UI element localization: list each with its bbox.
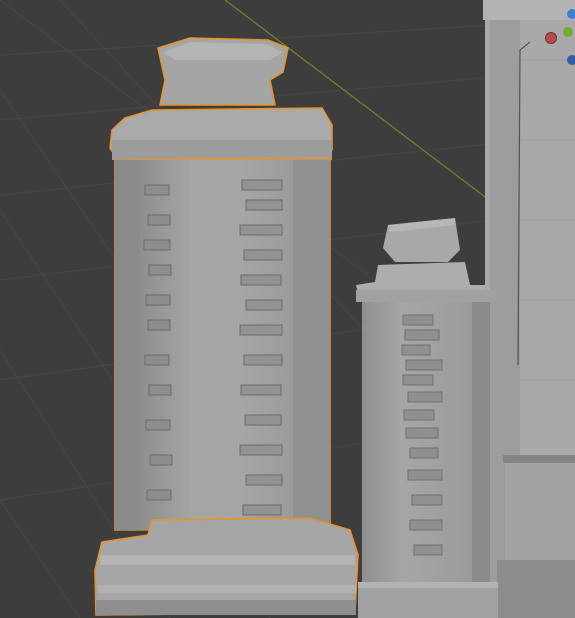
gizmo-x-axis-negative[interactable] [545, 32, 557, 44]
viewport-canvas[interactable] [0, 0, 575, 618]
3d-viewport[interactable] [0, 0, 575, 618]
gizmo-z-axis-negative[interactable] [567, 55, 575, 65]
pillar-small [356, 218, 498, 618]
gizmo-y-axis[interactable] [563, 27, 573, 37]
pillar-large [94, 37, 359, 616]
gizmo-z-axis[interactable] [567, 9, 575, 19]
building-wall [483, 0, 575, 618]
